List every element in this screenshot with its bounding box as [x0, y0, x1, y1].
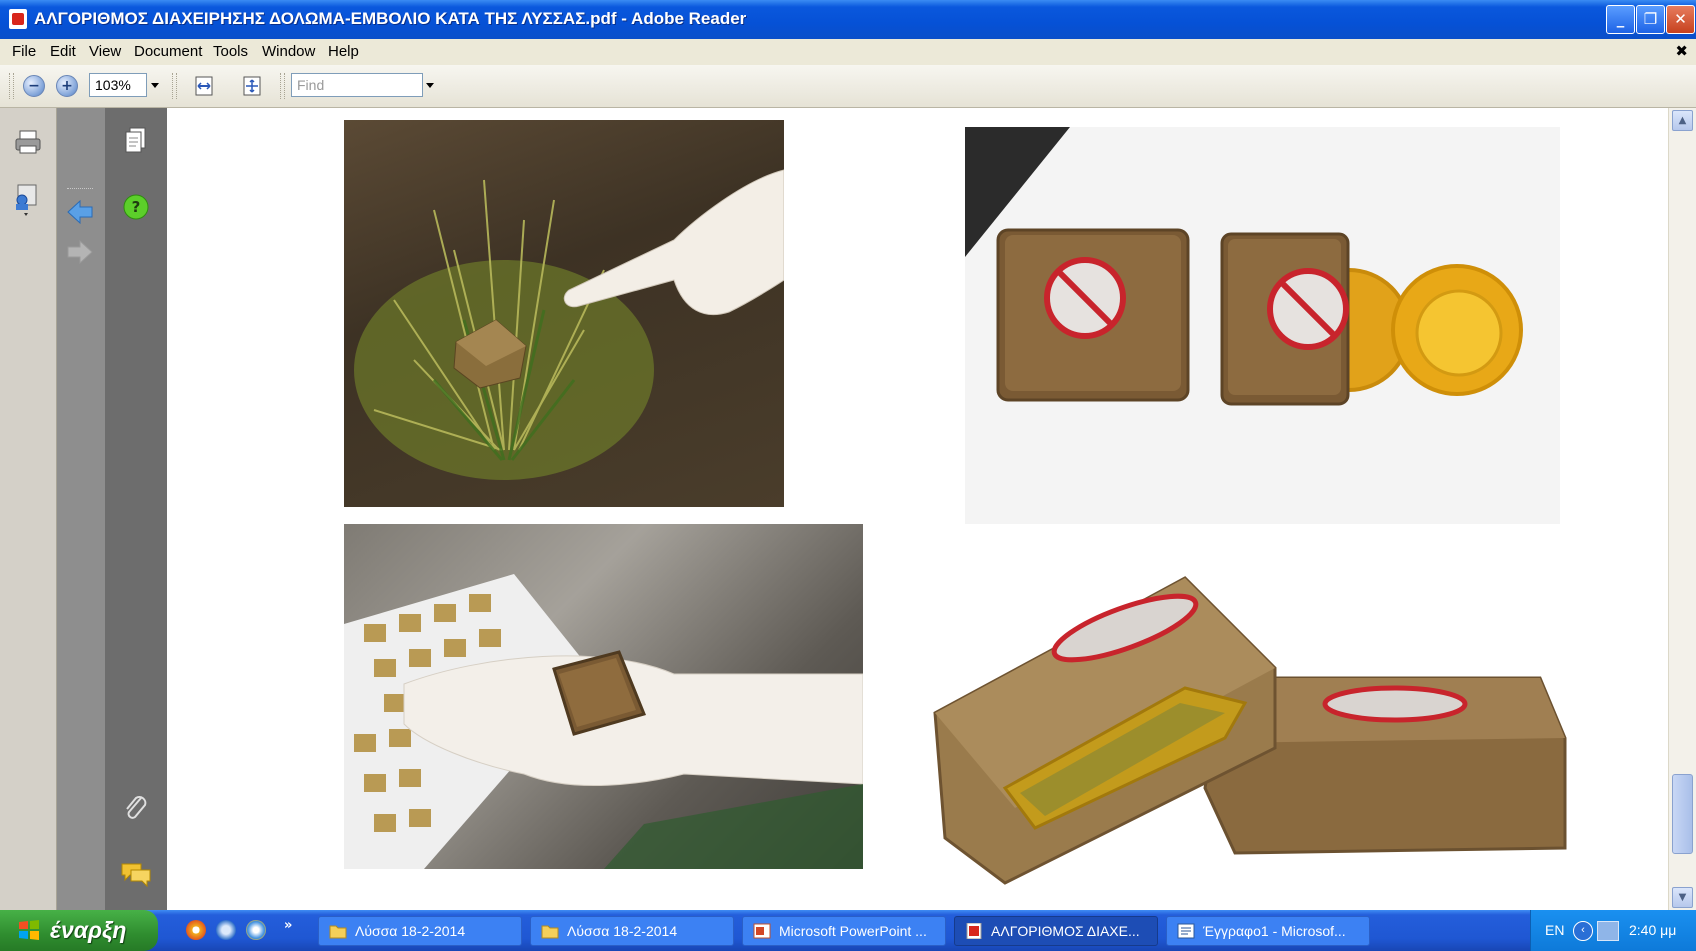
taskbar: έναρξη » Λύσσα 18-2-2014 Λύσσα 18-2-2014… [0, 910, 1696, 951]
menu-file[interactable]: File [12, 43, 36, 60]
media-player-icon[interactable] [186, 920, 206, 940]
folder-icon [541, 925, 559, 939]
scroll-thumb[interactable] [1672, 774, 1693, 854]
word-icon [1177, 923, 1195, 939]
toolbar-grip[interactable] [280, 73, 285, 99]
quick-launch-overflow-icon[interactable]: » [284, 918, 292, 933]
email-icon[interactable] [12, 182, 44, 216]
adobe-reader-icon [9, 9, 27, 29]
menu-help[interactable]: Help [328, 43, 359, 60]
close-document-button[interactable]: ✖ [1675, 42, 1688, 60]
menu-bar: File Edit View Document Tools Window Hel… [0, 39, 1696, 66]
menu-tools[interactable]: Tools [213, 43, 248, 60]
bait-in-grass-photo [344, 120, 784, 507]
close-button[interactable]: ✕ [1666, 5, 1695, 34]
taskbar-item-word[interactable]: Έγγραφο1 - Microsof... [1166, 916, 1370, 946]
menu-window[interactable]: Window [262, 43, 315, 60]
zoom-level-input[interactable]: 103% [89, 73, 147, 97]
powerpoint-icon [753, 923, 771, 939]
start-label: έναρξη [50, 917, 127, 943]
bait-blocks-and-capsule-photo [965, 127, 1560, 524]
find-input[interactable]: Find [291, 73, 423, 97]
taskbar-item-adobe-reader[interactable]: ΑΛΓΟΡΙΘΜΟΣ ΔΙΑΧΕ... [954, 916, 1158, 946]
bait-cut-open-photo [925, 538, 1625, 893]
toolbar-grip[interactable] [172, 73, 177, 99]
restore-button[interactable]: ❐ [1636, 5, 1665, 34]
fit-width-icon[interactable] [193, 75, 215, 97]
pages-icon[interactable] [123, 126, 149, 156]
taskbar-item-folder-1[interactable]: Λύσσα 18-2-2014 [318, 916, 522, 946]
scroll-up-button[interactable]: ▲ [1672, 110, 1693, 131]
windows-logo-icon [19, 920, 39, 940]
vertical-scrollbar[interactable]: ▲ ▼ [1668, 108, 1696, 910]
back-arrow-icon[interactable] [65, 198, 95, 226]
clock[interactable]: 2:40 μμ [1629, 922, 1676, 938]
language-indicator[interactable]: EN [1545, 922, 1564, 938]
taskbar-item-folder-2[interactable]: Λύσσα 18-2-2014 [530, 916, 734, 946]
tray-expand-icon[interactable]: ‹ [1573, 921, 1593, 941]
menu-edit[interactable]: Edit [50, 43, 76, 60]
menu-view[interactable]: View [89, 43, 121, 60]
minimize-button[interactable]: _ [1606, 5, 1635, 34]
forward-arrow-icon[interactable] [65, 238, 95, 266]
document-view[interactable] [167, 108, 1668, 910]
toolbar-grip[interactable] [9, 73, 14, 99]
internet-explorer-icon[interactable] [246, 920, 266, 940]
window-title: ΑΛΓΟΡΙΘΜΟΣ ΔΙΑΧΕΙΡΗΣΗΣ ΔΟΛΩΜΑ-ΕΜΒΟΛΙΟ ΚΑ… [34, 9, 747, 28]
fit-page-icon[interactable] [241, 75, 263, 97]
start-button[interactable]: έναρξη [0, 910, 158, 951]
navigation-strip [57, 108, 105, 910]
zoom-in-icon[interactable] [56, 75, 78, 97]
print-icon[interactable] [14, 128, 42, 156]
left-toolbar [0, 108, 57, 910]
find-options-dropdown-icon[interactable] [426, 83, 434, 88]
taskbar-item-powerpoint[interactable]: Microsoft PowerPoint ... [742, 916, 946, 946]
comments-icon[interactable] [119, 860, 153, 890]
svg-text:?: ? [132, 198, 141, 216]
folder-icon [329, 925, 347, 939]
attachment-icon[interactable] [121, 792, 151, 826]
pdf-icon [966, 923, 982, 939]
zoom-out-icon[interactable] [23, 75, 45, 97]
toolbar: 103% Find [0, 65, 1696, 108]
system-tray: EN ‹ 2:40 μμ [1530, 910, 1696, 951]
help-icon[interactable]: ? [123, 194, 149, 220]
bait-on-gloved-hand-photo [344, 524, 863, 869]
title-bar: ΑΛΓΟΡΙΘΜΟΣ ΔΙΑΧΕΙΡΗΣΗΣ ΔΟΛΩΜΑ-ΕΜΒΟΛΙΟ ΚΑ… [0, 0, 1696, 39]
show-desktop-icon[interactable] [216, 920, 236, 940]
network-icon[interactable] [1597, 921, 1619, 941]
scroll-down-button[interactable]: ▼ [1672, 887, 1693, 908]
zoom-dropdown-icon[interactable] [151, 83, 159, 88]
menu-document[interactable]: Document [134, 43, 202, 60]
navigation-panel: ? [105, 108, 167, 910]
